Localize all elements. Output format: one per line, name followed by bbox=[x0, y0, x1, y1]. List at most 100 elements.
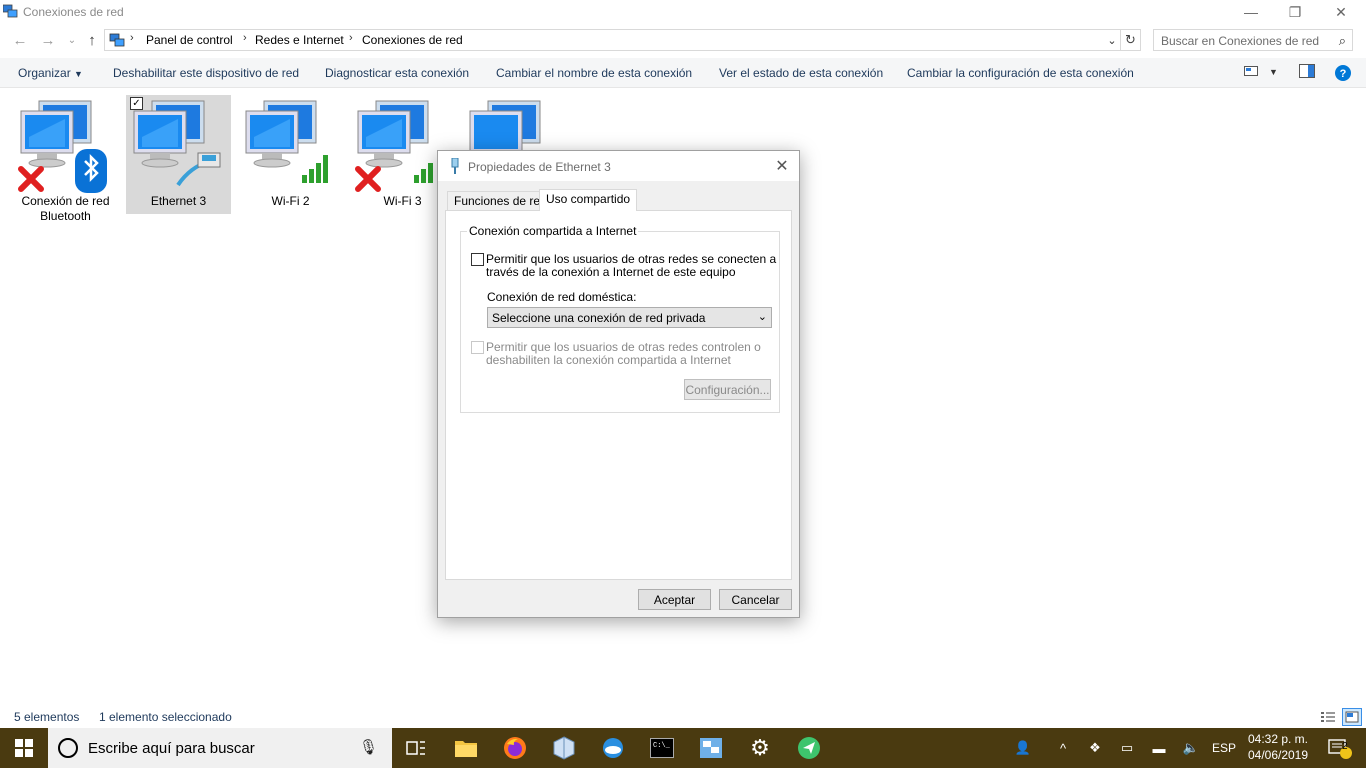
breadcrumb-network-connections[interactable]: Conexiones de red bbox=[362, 33, 463, 47]
back-arrow-icon[interactable]: ← bbox=[10, 30, 30, 50]
search-icon[interactable]: ⌕ bbox=[1339, 33, 1346, 49]
ok-button[interactable]: Aceptar bbox=[638, 589, 711, 610]
breadcrumb-control-panel[interactable]: Panel de control bbox=[146, 33, 233, 47]
taskbar-search-input[interactable]: Escribe aquí para buscar bbox=[88, 740, 255, 757]
tab-sharing[interactable]: Uso compartido bbox=[539, 189, 638, 211]
address-bar[interactable]: › Panel de control › Redes e Internet › … bbox=[104, 29, 1141, 51]
clock-date: 04/06/2019 bbox=[1247, 748, 1309, 762]
window-title: Conexiones de red bbox=[23, 5, 124, 19]
connection-item-wifi-2[interactable]: Wi-Fi 2 bbox=[238, 95, 343, 214]
control-panel-icon bbox=[109, 33, 125, 47]
dialog-close-icon[interactable]: ✕ bbox=[765, 151, 799, 181]
refresh-icon[interactable]: ↻ bbox=[1120, 30, 1140, 50]
allow-sharing-checkbox[interactable] bbox=[471, 253, 484, 266]
navigation-bar: ← → ⌄ ↑ › Panel de control › Redes e Int… bbox=[0, 28, 1366, 52]
allow-sharing-label-line2: través de la conexión a Internet de este… bbox=[486, 265, 736, 279]
cancel-button[interactable]: Cancelar bbox=[719, 589, 792, 610]
connection-item-bluetooth[interactable]: Conexión de red Bluetooth bbox=[13, 95, 118, 223]
group-title: Conexión compartida a Internet bbox=[467, 224, 639, 238]
cortana-icon bbox=[58, 738, 78, 758]
allow-control-checkbox bbox=[471, 341, 484, 354]
home-connection-label: Conexión de red doméstica: bbox=[487, 290, 637, 304]
restore-button[interactable]: ❐ bbox=[1272, 0, 1318, 24]
organize-label: Organizar bbox=[18, 66, 71, 80]
volume-icon[interactable]: 🔈 bbox=[1180, 728, 1202, 768]
cloud-app-icon[interactable] bbox=[589, 728, 637, 768]
ethernet-properties-dialog: Propiedades de Ethernet 3 ✕ Funciones de… bbox=[437, 150, 800, 618]
windows-logo-icon bbox=[15, 739, 33, 757]
window-titlebar: Conexiones de red — ❐ ✕ bbox=[0, 0, 1366, 24]
dialog-title: Propiedades de Ethernet 3 bbox=[468, 160, 611, 174]
wifi-disabled-network-icon bbox=[355, 100, 433, 192]
start-button[interactable] bbox=[0, 728, 48, 768]
up-arrow-icon[interactable]: ↑ bbox=[82, 30, 102, 50]
allow-control-label-line2: deshabiliten la conexión compartida a In… bbox=[486, 353, 731, 367]
home-connection-select[interactable]: Seleccione una conexión de red privada ⌄ bbox=[487, 307, 772, 328]
search-input[interactable]: Buscar en Conexiones de red bbox=[1161, 34, 1319, 48]
help-icon[interactable]: ? bbox=[1335, 65, 1351, 81]
chevron-down-icon: ⌄ bbox=[757, 311, 767, 323]
search-box[interactable]: Buscar en Conexiones de red ⌕ bbox=[1153, 29, 1353, 51]
settings-button: Configuración... bbox=[684, 379, 771, 400]
item-count: 5 elementos bbox=[14, 710, 80, 724]
allow-sharing-label[interactable]: Permitir que los usuarios de otras redes… bbox=[486, 253, 776, 279]
command-bar: Organizar ▼ Deshabilitar este dispositiv… bbox=[0, 58, 1366, 88]
minimize-button[interactable]: — bbox=[1228, 0, 1274, 24]
wifi-network-icon bbox=[245, 100, 328, 183]
terminal-icon[interactable]: C:\_ bbox=[638, 728, 686, 768]
chevron-down-icon: ▼ bbox=[74, 69, 83, 79]
large-icons-view-icon[interactable] bbox=[1342, 708, 1362, 726]
view-options-chevron-icon[interactable]: ▼ bbox=[1269, 67, 1278, 77]
people-icon[interactable]: 👤 bbox=[1010, 728, 1036, 768]
tab-network-functions[interactable]: Funciones de red bbox=[447, 191, 554, 211]
network-connections-taskbar-icon[interactable] bbox=[687, 728, 735, 768]
recent-locations-chevron-icon[interactable]: ⌄ bbox=[62, 30, 82, 50]
connection-label: Wi-Fi 2 bbox=[271, 194, 310, 208]
breadcrumb-separator-icon[interactable]: › bbox=[349, 32, 353, 44]
close-window-button[interactable]: ✕ bbox=[1318, 0, 1364, 24]
notifications-count: 2 bbox=[1342, 741, 1348, 752]
selection-count: 1 elemento seleccionado bbox=[99, 710, 232, 724]
task-view-icon[interactable] bbox=[392, 728, 440, 768]
connection-label: Ethernet 3 bbox=[150, 194, 207, 208]
microphone-icon[interactable]: 🎙 bbox=[359, 738, 378, 756]
clock-time: 04:32 p. m. bbox=[1247, 732, 1309, 746]
breadcrumb-network-internet[interactable]: Redes e Internet bbox=[255, 33, 344, 47]
diagnose-button[interactable]: Diagnosticar esta conexión bbox=[325, 66, 469, 80]
address-dropdown-icon[interactable]: ⌄ bbox=[1104, 31, 1120, 49]
file-explorer-icon[interactable] bbox=[442, 728, 490, 768]
dropbox-icon[interactable]: ❖ bbox=[1084, 728, 1106, 768]
clock[interactable]: 04:32 p. m. 04/06/2019 bbox=[1240, 731, 1316, 763]
send-app-icon[interactable] bbox=[785, 728, 833, 768]
status-bar: 5 elementos 1 elemento seleccionado bbox=[0, 706, 1366, 728]
details-view-icon[interactable] bbox=[1320, 709, 1336, 725]
battery-icon[interactable]: ▬ bbox=[1148, 728, 1170, 768]
preview-pane-icon[interactable] bbox=[1299, 64, 1315, 78]
breadcrumb-separator-icon[interactable]: › bbox=[243, 32, 247, 44]
settings-gear-icon[interactable]: ⚙ bbox=[736, 728, 784, 768]
organize-button[interactable]: Organizar ▼ bbox=[18, 66, 83, 80]
taskbar-search[interactable]: Escribe aquí para buscar 🎙 bbox=[48, 728, 392, 768]
firefox-icon[interactable] bbox=[491, 728, 539, 768]
forward-arrow-icon[interactable]: → bbox=[38, 30, 58, 50]
disable-device-button[interactable]: Deshabilitar este dispositivo de red bbox=[113, 66, 299, 80]
change-view-icon[interactable] bbox=[1244, 64, 1258, 78]
view-status-button[interactable]: Ver el estado de esta conexión bbox=[719, 66, 883, 80]
bluetooth-network-icon bbox=[18, 100, 107, 193]
sharing-panel: Conexión compartida a Internet Permitir … bbox=[445, 210, 792, 580]
notifications-icon bbox=[1328, 739, 1352, 759]
change-settings-button[interactable]: Cambiar la configuración de esta conexió… bbox=[907, 66, 1134, 80]
svg-text:?: ? bbox=[1340, 68, 1347, 80]
language-indicator[interactable]: ESP bbox=[1210, 728, 1238, 768]
virtualbox-icon[interactable] bbox=[540, 728, 588, 768]
network-connections-icon bbox=[3, 4, 18, 18]
show-hidden-icons-chevron-icon[interactable]: ^ bbox=[1052, 728, 1074, 768]
action-center-button[interactable]: 2 bbox=[1322, 728, 1358, 768]
connection-item-ethernet-3[interactable]: ✓ Ethernet 3 bbox=[126, 95, 231, 214]
svg-text:C:\_: C:\_ bbox=[653, 742, 671, 750]
home-connection-value: Seleccione una conexión de red privada bbox=[492, 311, 706, 325]
network-tray-icon[interactable]: ▭ bbox=[1116, 728, 1138, 768]
rename-button[interactable]: Cambiar el nombre de esta conexión bbox=[496, 66, 692, 80]
dialog-titlebar: Propiedades de Ethernet 3 ✕ bbox=[438, 151, 799, 181]
breadcrumb-separator-icon: › bbox=[130, 32, 134, 44]
